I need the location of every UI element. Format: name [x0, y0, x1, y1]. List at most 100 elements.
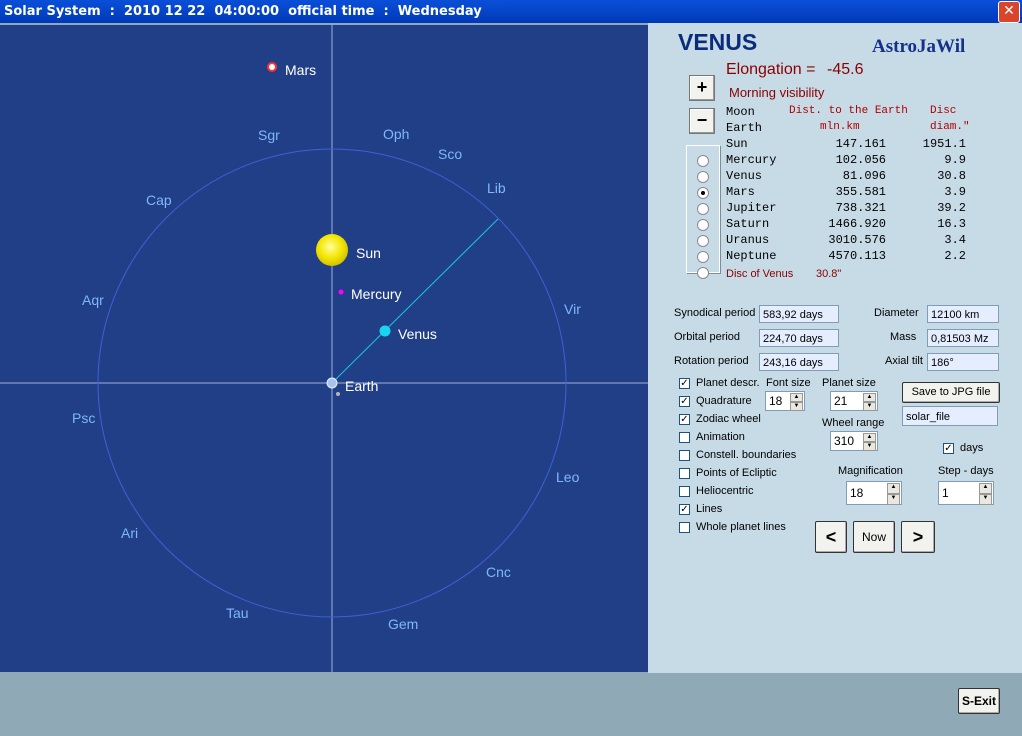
diameter-field[interactable]: 12100 km — [927, 305, 999, 323]
days-checkbox[interactable]: ✓ — [943, 443, 954, 454]
table-row-name: Mercury — [726, 153, 777, 167]
spin-down-icon[interactable]: ▼ — [790, 402, 803, 411]
radio-saturn[interactable] — [697, 235, 709, 247]
option-label: Quadrature — [696, 395, 752, 407]
venus-label: Venus — [398, 326, 437, 342]
table-row-name: Uranus — [726, 233, 770, 247]
step-spinner[interactable]: 1 ▲ ▼ — [938, 481, 994, 505]
table-row-disc: 9.9 — [944, 153, 966, 167]
option-checkbox[interactable] — [679, 432, 690, 443]
elongation-label: Elongation = — [726, 61, 816, 78]
mars-marker[interactable] — [267, 62, 277, 72]
radio-mars[interactable] — [697, 203, 709, 215]
spin-down-icon[interactable]: ▼ — [863, 402, 876, 411]
table-row-name: Venus — [726, 169, 763, 183]
option-checkbox[interactable]: ✓ — [679, 396, 690, 407]
table-row-name: Neptune — [726, 249, 777, 263]
zodiac-label: Tau — [226, 605, 249, 621]
radio-jupiter[interactable] — [697, 219, 709, 231]
sun-label: Sun — [356, 245, 381, 261]
table-row-name: Mars — [726, 185, 755, 199]
next-button[interactable]: > — [901, 521, 935, 553]
synodical-field[interactable]: 583,92 days — [759, 305, 839, 323]
diameter-label: Diameter — [874, 307, 919, 319]
step-value: 1 — [942, 486, 949, 500]
font-size-label: Font size — [766, 377, 811, 389]
table-row-distance: 147.161 — [835, 137, 886, 151]
window-title: Solar System : 2010 12 22 04:00:00 offic… — [4, 4, 482, 19]
table-row-name: Earth — [726, 121, 763, 135]
exit-button[interactable]: S-Exit — [958, 688, 1000, 714]
option-checkbox[interactable] — [679, 450, 690, 461]
option-label: Zodiac wheel — [696, 413, 761, 425]
zoom-in-button[interactable]: + — [689, 75, 715, 101]
spin-down-icon[interactable]: ▼ — [887, 494, 900, 505]
prev-button[interactable]: < — [815, 521, 847, 553]
option-label: Planet descr. — [696, 377, 760, 389]
wheel-range-spinner[interactable]: 310 ▲ ▼ — [830, 431, 878, 451]
mass-field[interactable]: 0,81503 Mz — [927, 329, 999, 347]
table-row-disc: 2.2 — [944, 249, 966, 263]
wheel-range-value: 310 — [834, 434, 855, 448]
table-row-disc: 1951.1 — [922, 137, 966, 151]
planet-size-value: 21 — [834, 394, 848, 408]
close-button[interactable]: ✕ — [998, 1, 1020, 23]
table-row-distance: 81.096 — [842, 169, 886, 183]
venus-marker[interactable] — [379, 325, 391, 337]
sun-marker[interactable] — [316, 234, 348, 266]
table-row-name: Moon — [726, 105, 755, 119]
tilt-label: Axial tilt — [885, 355, 923, 367]
radio-sun[interactable] — [697, 155, 709, 167]
option-label: Lines — [696, 503, 723, 515]
table-row-name: Saturn — [726, 217, 770, 231]
spin-up-icon[interactable]: ▲ — [887, 483, 900, 494]
rotation-label: Rotation period — [674, 355, 749, 367]
filename-field[interactable]: solar_file — [902, 406, 998, 426]
now-button[interactable]: Now — [853, 521, 895, 553]
visibility-text: Morning visibility — [729, 85, 825, 100]
save-jpg-button[interactable]: Save to JPG file — [902, 382, 1000, 403]
planet-title: VENUS — [678, 29, 758, 55]
option-label: Whole planet lines — [696, 521, 786, 533]
sky-view[interactable]: Sgr Oph Sco Lib Vir Leo Cnc Gem Tau Ari … — [0, 25, 648, 672]
spin-up-icon[interactable]: ▲ — [863, 433, 876, 442]
option-checkbox[interactable]: ✓ — [679, 414, 690, 425]
radio-uranus[interactable] — [697, 251, 709, 263]
tilt-field[interactable]: 186° — [927, 353, 999, 371]
spin-down-icon[interactable]: ▼ — [863, 442, 876, 451]
spin-up-icon[interactable]: ▲ — [979, 483, 992, 494]
table-row-distance: 4570.113 — [828, 249, 886, 263]
magnification-spinner[interactable]: 18 ▲ ▼ — [846, 481, 902, 505]
option-checkbox[interactable] — [679, 486, 690, 497]
days-label: days — [960, 442, 984, 454]
font-size-spinner[interactable]: 18 ▲ ▼ — [765, 391, 805, 411]
option-checkbox[interactable]: ✓ — [679, 504, 690, 515]
zodiac-label: Gem — [388, 616, 418, 632]
radio-neptune[interactable] — [697, 267, 709, 279]
mercury-marker[interactable] — [338, 289, 344, 295]
table-row-name: Sun — [726, 137, 748, 151]
zodiac-label: Cnc — [486, 564, 511, 580]
orbital-field[interactable]: 224,70 days — [759, 329, 839, 347]
spin-up-icon[interactable]: ▲ — [863, 393, 876, 402]
spin-down-icon[interactable]: ▼ — [979, 494, 992, 505]
dist-header: Dist. to the Earth — [789, 105, 908, 117]
radio-venus[interactable] — [697, 187, 709, 199]
table-row-disc: 39.2 — [937, 201, 966, 215]
orbital-label: Orbital period — [674, 331, 741, 343]
zodiac-label: Vir — [564, 301, 581, 317]
rotation-field[interactable]: 243,16 days — [759, 353, 839, 371]
table-row-distance: 738.321 — [835, 201, 886, 215]
disc-caption-value: 30.8" — [816, 268, 842, 280]
zoom-out-button[interactable]: − — [689, 108, 715, 134]
option-checkbox[interactable]: ✓ — [679, 378, 690, 389]
option-checkbox[interactable] — [679, 468, 690, 479]
planet-size-spinner[interactable]: 21 ▲ ▼ — [830, 391, 878, 411]
earth-marker[interactable] — [326, 377, 338, 389]
table-row-disc: 3.4 — [944, 233, 966, 247]
option-checkbox[interactable] — [679, 522, 690, 533]
moon-marker[interactable] — [336, 392, 340, 396]
spin-up-icon[interactable]: ▲ — [790, 393, 803, 402]
magnification-value: 18 — [850, 486, 864, 500]
radio-mercury[interactable] — [697, 171, 709, 183]
